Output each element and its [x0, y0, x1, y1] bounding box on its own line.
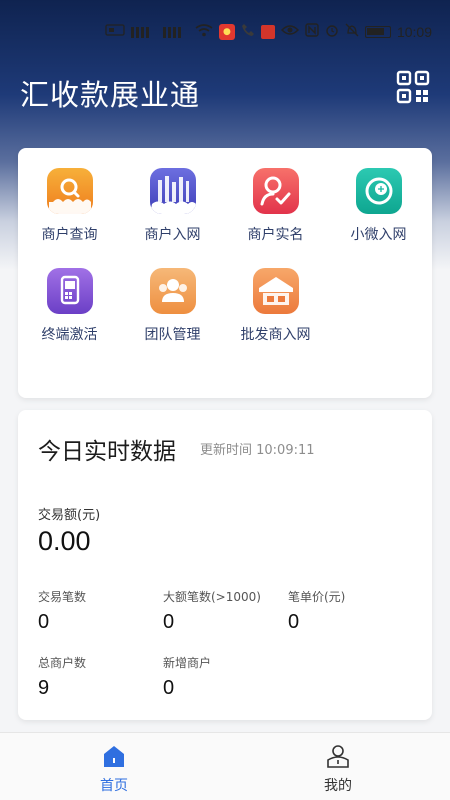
qr-code-icon — [396, 70, 430, 104]
wholesaler-onboard-icon — [252, 268, 299, 314]
stat-label: 总商户数 — [38, 656, 87, 670]
signal-icon — [130, 26, 157, 38]
quick-menu-card: 商户查询 商户入网 商户实名 小微入网 终端激活 团队管理 批发商入网 — [18, 148, 432, 398]
mute-icon — [345, 23, 359, 41]
menu-label: 小微入网 — [350, 227, 407, 243]
menu-label: 批发商入网 — [240, 327, 311, 343]
signal-icon — [162, 26, 189, 38]
battery-icon — [364, 26, 391, 38]
stat-label: 大额笔数(>1000) — [163, 590, 261, 604]
menu-label: 终端激活 — [41, 327, 98, 343]
stat-label: 笔单价(元) — [288, 590, 346, 604]
qr-code-button[interactable] — [396, 70, 430, 104]
menu-merchant-onboard[interactable]: 商户入网 — [121, 168, 224, 244]
stat-label: 新增商户 — [163, 656, 212, 670]
stat-value: 0 — [163, 611, 175, 633]
call-icon — [241, 23, 255, 41]
menu-label: 团队管理 — [144, 327, 201, 343]
merchant-search-icon — [46, 168, 93, 214]
eye-icon — [280, 24, 300, 40]
bottom-nav: 首页 我的 — [0, 732, 450, 800]
stat-transaction-count: 交易笔数 0 — [38, 588, 86, 634]
sim-icon — [105, 24, 125, 40]
menu-terminal-activate[interactable]: 终端激活 — [18, 268, 121, 344]
stat-value: 0 — [288, 611, 300, 633]
stat-value: 0 — [163, 677, 175, 699]
stat-label: 交易笔数 — [38, 590, 87, 604]
menu-merchant-search[interactable]: 商户查询 — [18, 168, 121, 244]
stat-new-merchants: 新增商户 0 — [163, 654, 211, 700]
terminal-activate-icon — [46, 268, 93, 314]
menu-label: 商户查询 — [41, 227, 98, 243]
stat-large-count: 大额笔数(>1000) 0 — [163, 588, 261, 634]
menu-label: 商户入网 — [144, 227, 201, 243]
stat-value: 0 — [38, 611, 50, 633]
status-time: 10:09 — [396, 24, 432, 40]
menu-micro-onboard[interactable]: 小微入网 — [327, 168, 430, 244]
home-icon — [104, 746, 124, 767]
app-badge-icon — [260, 25, 275, 39]
realtime-data-card: 今日实时数据 更新时间 10:09:11 交易额(元) 0.00 交易笔数 0 … — [18, 410, 432, 720]
menu-label: 商户实名 — [247, 227, 304, 243]
stat-avg-price: 笔单价(元) 0 — [288, 588, 345, 634]
wifi-icon — [195, 23, 213, 41]
merchant-verify-icon — [252, 168, 299, 214]
amount-label: 交易额(元) — [38, 508, 101, 523]
stat-total-merchants: 总商户数 9 — [38, 654, 86, 700]
profile-icon — [327, 745, 349, 768]
status-bar: ● 10:09 — [0, 0, 450, 64]
amount-value: 0.00 — [38, 526, 91, 556]
nav-mine-label: 我的 — [324, 778, 352, 794]
menu-wholesaler-onboard[interactable]: 批发商入网 — [224, 268, 327, 344]
menu-team-manage[interactable]: 团队管理 — [121, 268, 224, 344]
menu-merchant-verify[interactable]: 商户实名 — [224, 168, 327, 244]
app-title: 汇收款展业通 — [20, 78, 201, 112]
nav-home[interactable]: 首页 — [54, 743, 174, 795]
merchant-onboard-icon — [149, 168, 196, 214]
update-time: 更新时间 10:09:11 — [200, 443, 315, 458]
nfc-icon — [305, 23, 319, 41]
stat-value: 9 — [38, 677, 50, 699]
nav-mine[interactable]: 我的 — [278, 743, 398, 795]
realtime-title: 今日实时数据 — [38, 439, 176, 465]
nav-home-label: 首页 — [100, 778, 128, 794]
alarm-icon — [325, 23, 339, 41]
app-badge-icon: ● — [218, 24, 235, 40]
micro-onboard-icon — [355, 168, 402, 214]
team-manage-icon — [149, 268, 196, 314]
